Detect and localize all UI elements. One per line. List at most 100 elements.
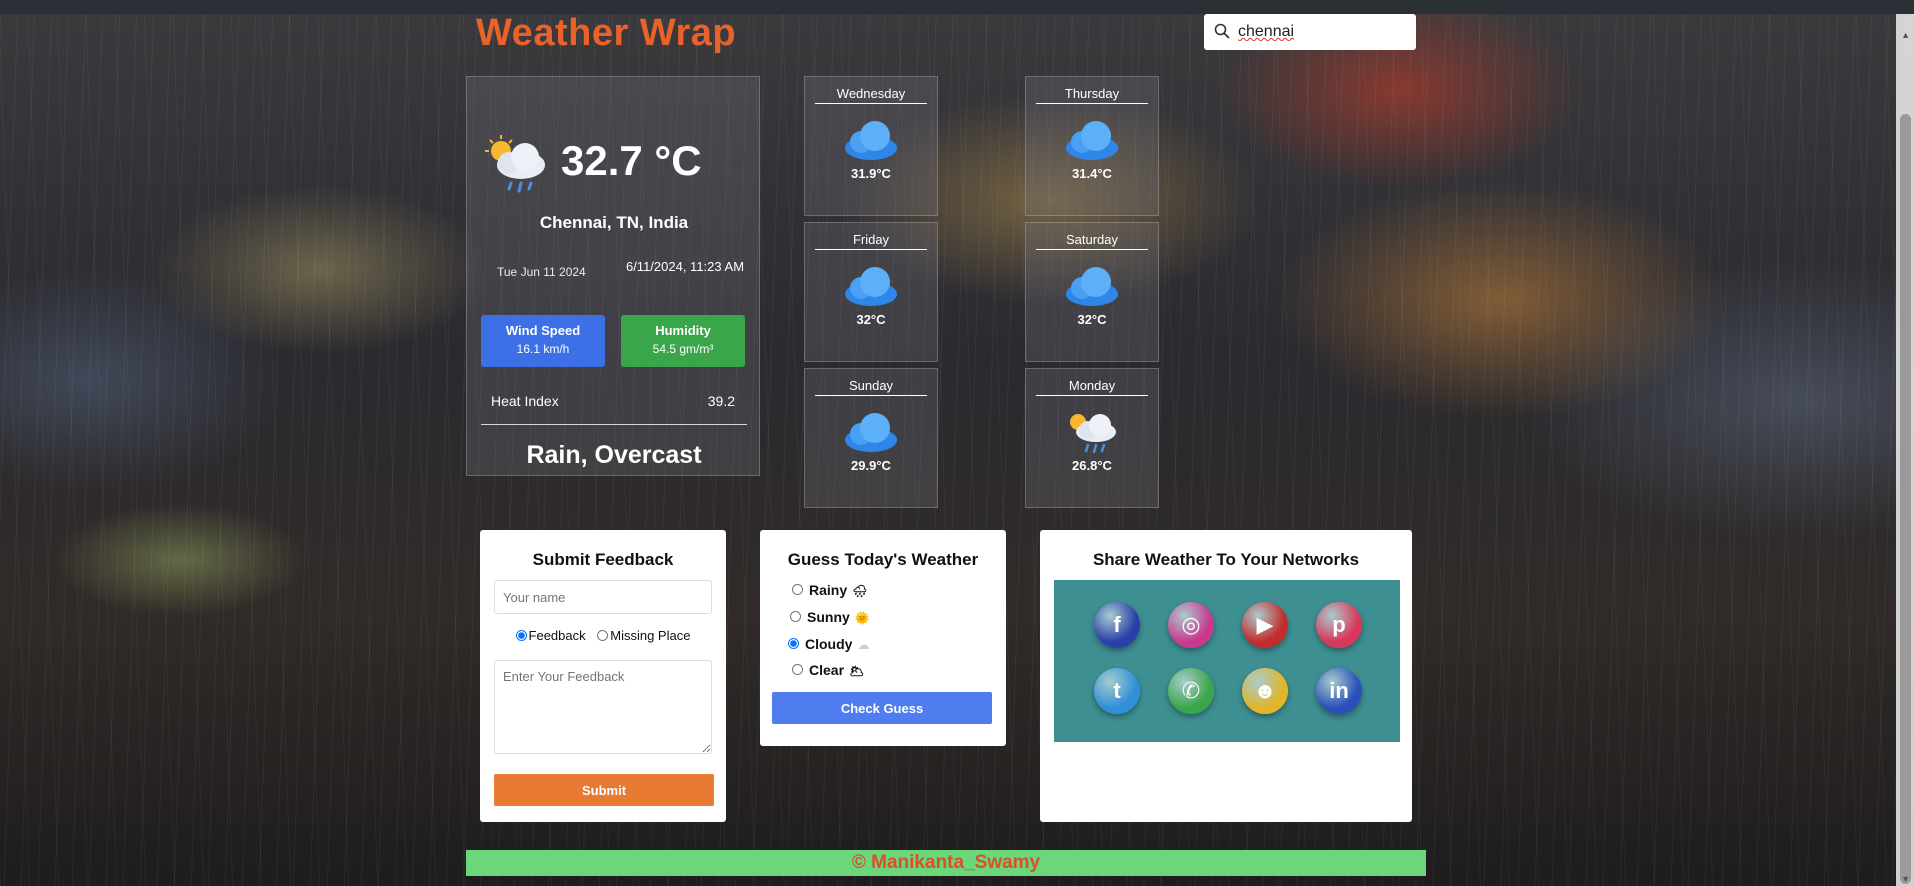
linkedin-glyph: in [1329, 678, 1349, 703]
forecast-day: Saturday [1036, 232, 1148, 250]
cloud-icon [1066, 121, 1118, 160]
rainy-radio[interactable] [792, 584, 803, 595]
instagram-icon[interactable]: ◎ [1168, 602, 1214, 648]
forecast-card-wednesday: Wednesday 31.9°C [804, 76, 938, 216]
guess-option-label: Sunny [807, 609, 850, 625]
wind-speed-box: Wind Speed 16.1 km/h [481, 315, 605, 367]
forecast-temp: 29.9°C [851, 458, 891, 473]
search-box[interactable] [1204, 14, 1416, 50]
current-weather-card: 32.7 °C Chennai, TN, India Tue Jun 11 20… [466, 76, 760, 476]
current-temperature: 32.7 °C [561, 137, 702, 184]
guess-option-sunny[interactable]: Sunny 🌞 [790, 609, 870, 625]
youtube-glyph: ▶ [1256, 612, 1274, 637]
forecast-temp: 31.9°C [851, 166, 891, 181]
heat-index-value: 39.2 [707, 393, 735, 409]
facebook-glyph: f [1113, 612, 1121, 637]
forecast-day: Thursday [1036, 86, 1148, 104]
sun-behind-cloud-icon: 🌥 [849, 664, 865, 678]
forecast-day: Friday [815, 232, 927, 250]
forecast-day: Sunday [815, 378, 927, 396]
missing-place-radio-option[interactable]: Missing Place [597, 628, 690, 643]
guess-option-label: Clear [809, 662, 845, 678]
snapchat-glyph: ☻ [1253, 678, 1277, 703]
forecast-day: Wednesday [815, 86, 927, 104]
forecast-card-saturday: Saturday 32°C [1025, 222, 1159, 362]
share-panel: Share Weather To Your Networks f ◎ ▶ p t… [1040, 530, 1412, 822]
clear-radio[interactable] [792, 664, 803, 675]
cloudy-radio[interactable] [788, 638, 799, 649]
pinterest-icon[interactable]: p [1316, 602, 1362, 648]
feedback-title: Submit Feedback [532, 550, 674, 569]
feedback-textarea[interactable] [494, 660, 712, 754]
weather-condition: Rain, Overcast [526, 441, 702, 469]
cloud-icon [845, 413, 897, 452]
twitter-glyph: t [1113, 678, 1121, 703]
search-icon [1214, 23, 1230, 39]
humidity-value: 54.5 gm/m³ [652, 342, 714, 356]
facebook-icon[interactable]: f [1094, 602, 1140, 648]
heat-index-label: Heat Index [491, 393, 559, 409]
guess-option-label: Cloudy [805, 636, 853, 652]
guess-option-clear[interactable]: Clear 🌥 [792, 662, 864, 678]
browser-top-strip [0, 0, 1914, 14]
sun-cloud-rain-icon [1070, 414, 1116, 454]
missing-place-radio-label: Missing Place [610, 628, 691, 643]
footer-copyright: © Manikanta_Swamy [851, 852, 1041, 873]
forecast-card-thursday: Thursday 31.4°C [1025, 76, 1159, 216]
sunny-radio[interactable] [790, 611, 801, 622]
pinterest-glyph: p [1332, 612, 1346, 637]
sun-cloud-rain-icon [485, 135, 545, 193]
linkedin-icon[interactable]: in [1316, 668, 1362, 714]
forecast-day: Monday [1036, 378, 1148, 396]
cloud-icon [845, 121, 897, 160]
cloud-icon: ☁ [857, 638, 870, 652]
cloud-icon [845, 267, 897, 306]
location-name: Chennai, TN, India [539, 213, 689, 232]
page-scrollbar[interactable]: ▲ ▼ [1896, 14, 1914, 886]
feedback-radio-label: Feedback [528, 628, 586, 643]
divider [481, 424, 747, 425]
feedback-panel: Submit Feedback Feedback Missing Place S… [480, 530, 726, 822]
scroll-up-arrow-icon[interactable]: ▲ [1901, 30, 1910, 40]
guess-option-label: Rainy [809, 582, 848, 598]
feedback-radio[interactable] [515, 630, 527, 641]
forecast-temp: 31.4°C [1072, 166, 1112, 181]
forecast-card-sunday: Sunday 29.9°C [804, 368, 938, 508]
guess-title: Guess Today's Weather [787, 550, 979, 569]
scroll-down-arrow-icon[interactable]: ▼ [1901, 874, 1910, 884]
rain-background [0, 14, 1914, 886]
missing-place-radio[interactable] [597, 630, 609, 641]
feedback-radio-option[interactable]: Feedback [515, 628, 586, 643]
snapchat-icon[interactable]: ☻ [1242, 668, 1288, 714]
submit-button[interactable]: Submit [494, 774, 714, 806]
current-datetime: 6/11/2024, 11:23 AM [625, 259, 745, 274]
share-title: Share Weather To Your Networks [1092, 550, 1360, 569]
feedback-type-radios: Feedback Missing Place [480, 628, 726, 643]
rain-cloud-icon: 🌧 [852, 584, 868, 598]
current-date: Tue Jun 11 2024 [497, 265, 586, 279]
instagram-glyph: ◎ [1181, 612, 1201, 637]
humidity-box: Humidity 54.5 gm/m³ [621, 315, 745, 367]
wind-speed-label: Wind Speed [505, 323, 581, 338]
whatsapp-glyph: ✆ [1181, 678, 1201, 703]
social-icons-area: f ◎ ▶ p t ✆ ☻ in [1054, 580, 1400, 742]
cloud-icon [1066, 267, 1118, 306]
forecast-temp: 32°C [1077, 312, 1107, 327]
youtube-icon[interactable]: ▶ [1242, 602, 1288, 648]
name-input[interactable] [494, 580, 712, 614]
forecast-temp: 26.8°C [1072, 458, 1112, 473]
check-guess-button[interactable]: Check Guess [772, 692, 992, 724]
scrollbar-thumb[interactable] [1900, 114, 1911, 884]
forecast-temp: 32°C [856, 312, 886, 327]
wind-speed-value: 16.1 km/h [516, 342, 570, 356]
twitter-icon[interactable]: t [1094, 668, 1140, 714]
guess-option-cloudy[interactable]: Cloudy ☁ [788, 636, 869, 652]
guess-option-rainy[interactable]: Rainy 🌧 [792, 582, 867, 598]
whatsapp-icon[interactable]: ✆ [1168, 668, 1214, 714]
sun-icon: 🌞 [854, 611, 870, 625]
search-input[interactable] [1236, 22, 1410, 42]
forecast-card-friday: Friday 32°C [804, 222, 938, 362]
guess-weather-panel: Guess Today's Weather Rainy 🌧 Sunny 🌞 Clou… [760, 530, 1006, 746]
forecast-card-monday: Monday 26.8°C [1025, 368, 1159, 508]
footer-bar: © Manikanta_Swamy [466, 850, 1426, 876]
